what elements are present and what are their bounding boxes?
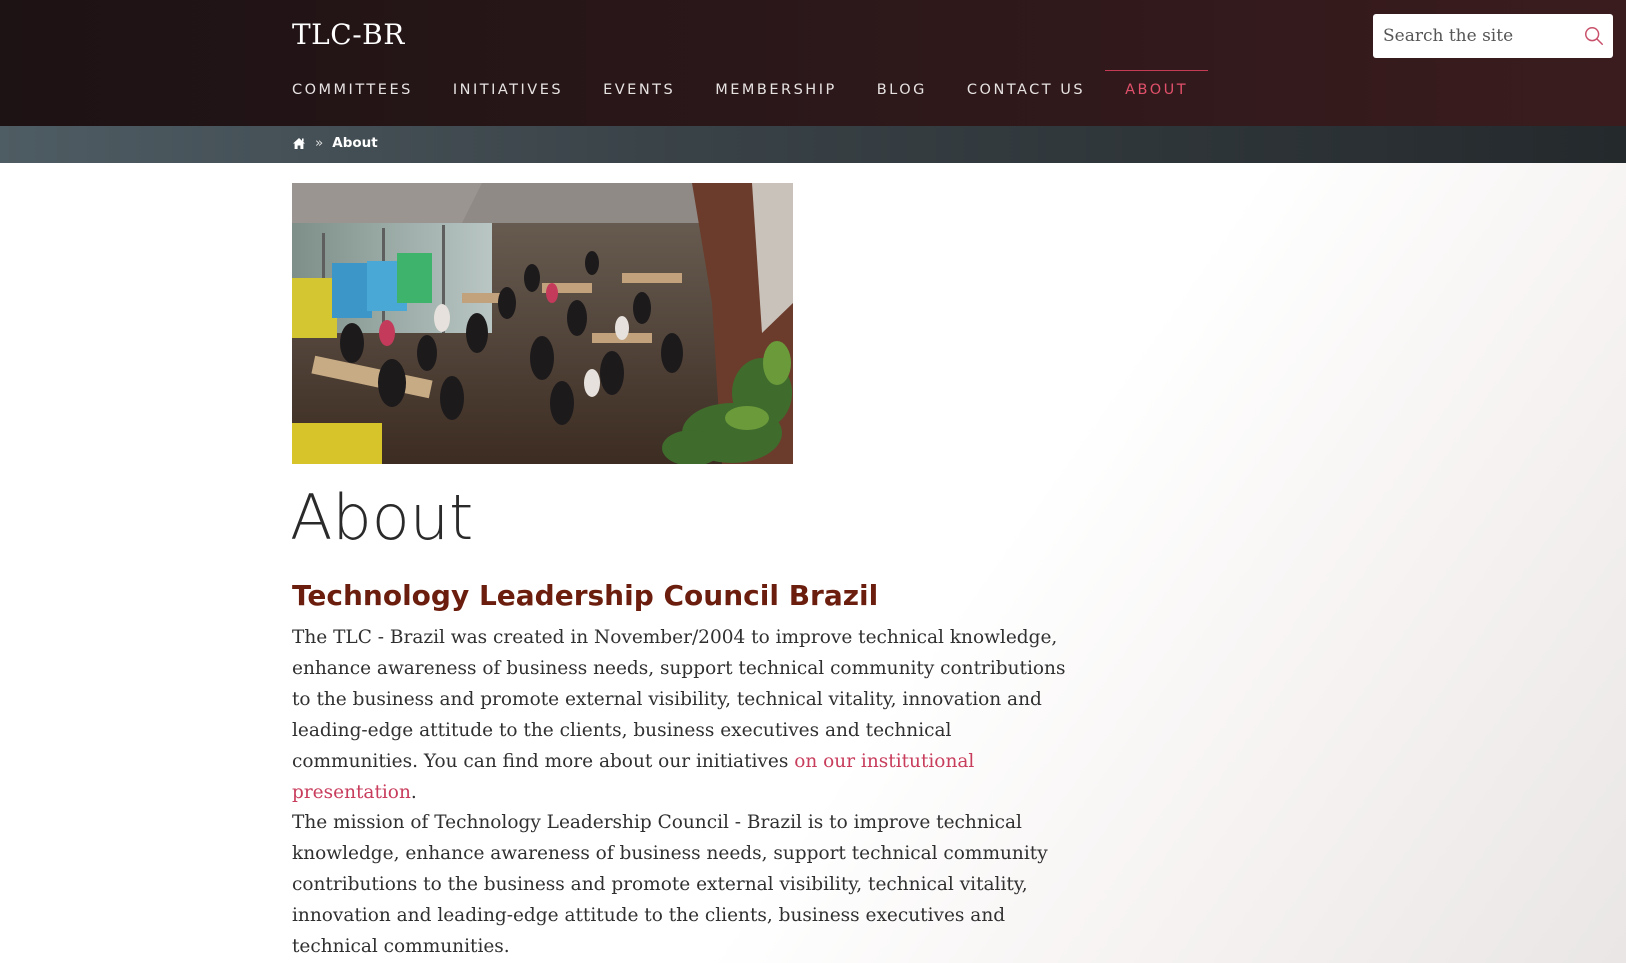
search-input[interactable] bbox=[1373, 14, 1569, 58]
search-box bbox=[1373, 14, 1613, 58]
search-icon[interactable] bbox=[1583, 25, 1605, 47]
page-title: About bbox=[290, 481, 474, 554]
nav-item-about[interactable]: ABOUT bbox=[1105, 70, 1209, 114]
nav-item-initiatives[interactable]: INITIATIVES bbox=[453, 70, 563, 114]
breadcrumb-separator: » bbox=[315, 135, 324, 151]
intro-end: . bbox=[410, 782, 417, 803]
breadcrumb-current: About bbox=[332, 135, 378, 151]
breadcrumb-bar: » About bbox=[0, 126, 1626, 163]
section-heading: Technology Leadership Council Brazil bbox=[292, 579, 879, 612]
nav-item-blog[interactable]: BLOG bbox=[877, 70, 927, 114]
home-icon[interactable] bbox=[292, 137, 306, 150]
intro-paragraph: The TLC - Brazil was created in November… bbox=[292, 622, 1067, 808]
nav-item-events[interactable]: EVENTS bbox=[603, 70, 675, 114]
nav-item-committees[interactable]: COMMITTEES bbox=[292, 70, 413, 114]
site-title[interactable]: TLC-BR bbox=[292, 16, 405, 54]
breadcrumb: » About bbox=[292, 135, 378, 151]
mission-paragraph: The mission of Technology Leadership Cou… bbox=[292, 812, 1048, 957]
nav-item-contact-us[interactable]: CONTACT US bbox=[967, 70, 1085, 114]
site-header: TLC-BR COMMITTEES INITIATIVES EVENTS MEM… bbox=[0, 0, 1626, 126]
nav-item-membership[interactable]: MEMBERSHIP bbox=[715, 70, 837, 114]
main-nav: COMMITTEES INITIATIVES EVENTS MEMBERSHIP… bbox=[292, 70, 1248, 114]
event-photo bbox=[292, 183, 793, 464]
